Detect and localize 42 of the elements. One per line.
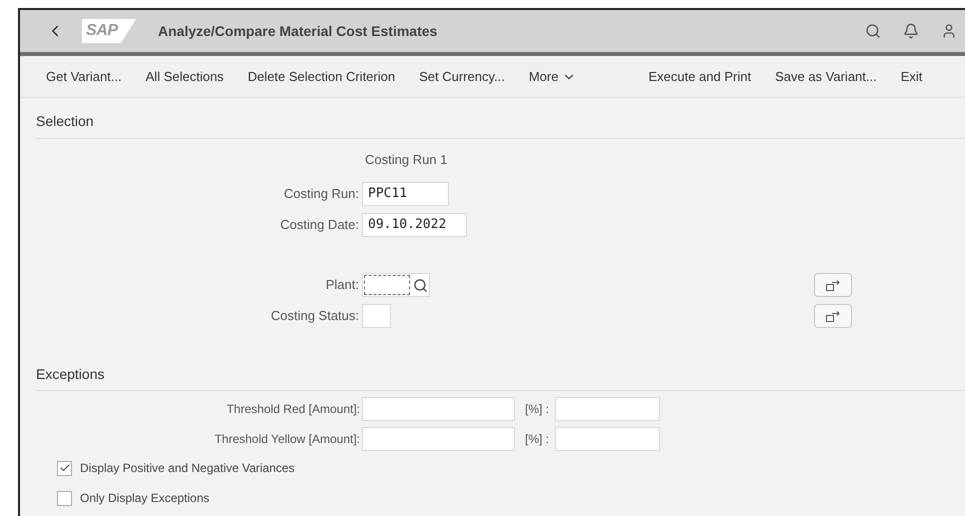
field-label: [%] : <box>525 401 550 418</box>
group-label: Costing Run 1 <box>365 152 448 167</box>
toolbar-button[interactable]: Execute and Print <box>636 66 764 86</box>
toolbar-button[interactable]: All Selections <box>134 66 236 86</box>
more-menu-button[interactable]: More <box>516 66 588 86</box>
field-label: Threshold Red [Amount]: <box>226 401 360 418</box>
search-icon[interactable] <box>865 23 881 39</box>
field-label: Costing Run: <box>284 185 359 204</box>
toolbar-button[interactable]: Exit <box>888 66 934 86</box>
toolbar-button[interactable]: Delete Selection Criterion <box>236 66 408 86</box>
field-label: Costing Status: <box>270 307 359 326</box>
input-field[interactable]: PPC11 <box>362 182 449 206</box>
toolbar-button[interactable]: Get Variant... <box>34 66 134 86</box>
check-icon <box>58 462 70 474</box>
field-label: [%] : <box>525 431 550 448</box>
input-field[interactable]: 09.10.2022 <box>362 213 467 237</box>
field-label: Threshold Yellow [Amount]: <box>214 431 360 448</box>
multiple-selection-button[interactable] <box>814 304 852 328</box>
checkbox-label: Display Positive and Negative Variances <box>80 460 295 477</box>
field-label: Plant: <box>326 276 359 294</box>
section-title: Selection <box>36 113 94 129</box>
search-field[interactable] <box>362 273 430 297</box>
app-title: Analyze/Compare Material Cost Estimates <box>158 22 438 41</box>
input-field[interactable] <box>362 397 515 421</box>
toolbar-button[interactable]: Set Currency... <box>407 66 517 86</box>
field-label: Costing Date: <box>280 216 359 234</box>
search-icon[interactable] <box>413 278 428 292</box>
input-field[interactable] <box>362 427 515 451</box>
multiple-selection-icon <box>826 310 840 322</box>
input-field[interactable] <box>362 304 391 328</box>
multiple-selection-icon <box>826 279 840 291</box>
section-title: Exceptions <box>36 366 104 382</box>
user-icon[interactable] <box>941 23 957 39</box>
multiple-selection-button[interactable] <box>814 273 852 297</box>
input-field[interactable] <box>555 427 660 451</box>
checkbox[interactable] <box>57 460 72 476</box>
checkbox-label: Only Display Exceptions <box>80 490 210 507</box>
checkbox[interactable] <box>57 490 72 506</box>
sap-logo: SAP <box>82 19 136 43</box>
bell-icon[interactable] <box>903 23 919 39</box>
input-field[interactable] <box>555 397 660 421</box>
toolbar-button[interactable]: Save as Variant... <box>763 66 889 86</box>
